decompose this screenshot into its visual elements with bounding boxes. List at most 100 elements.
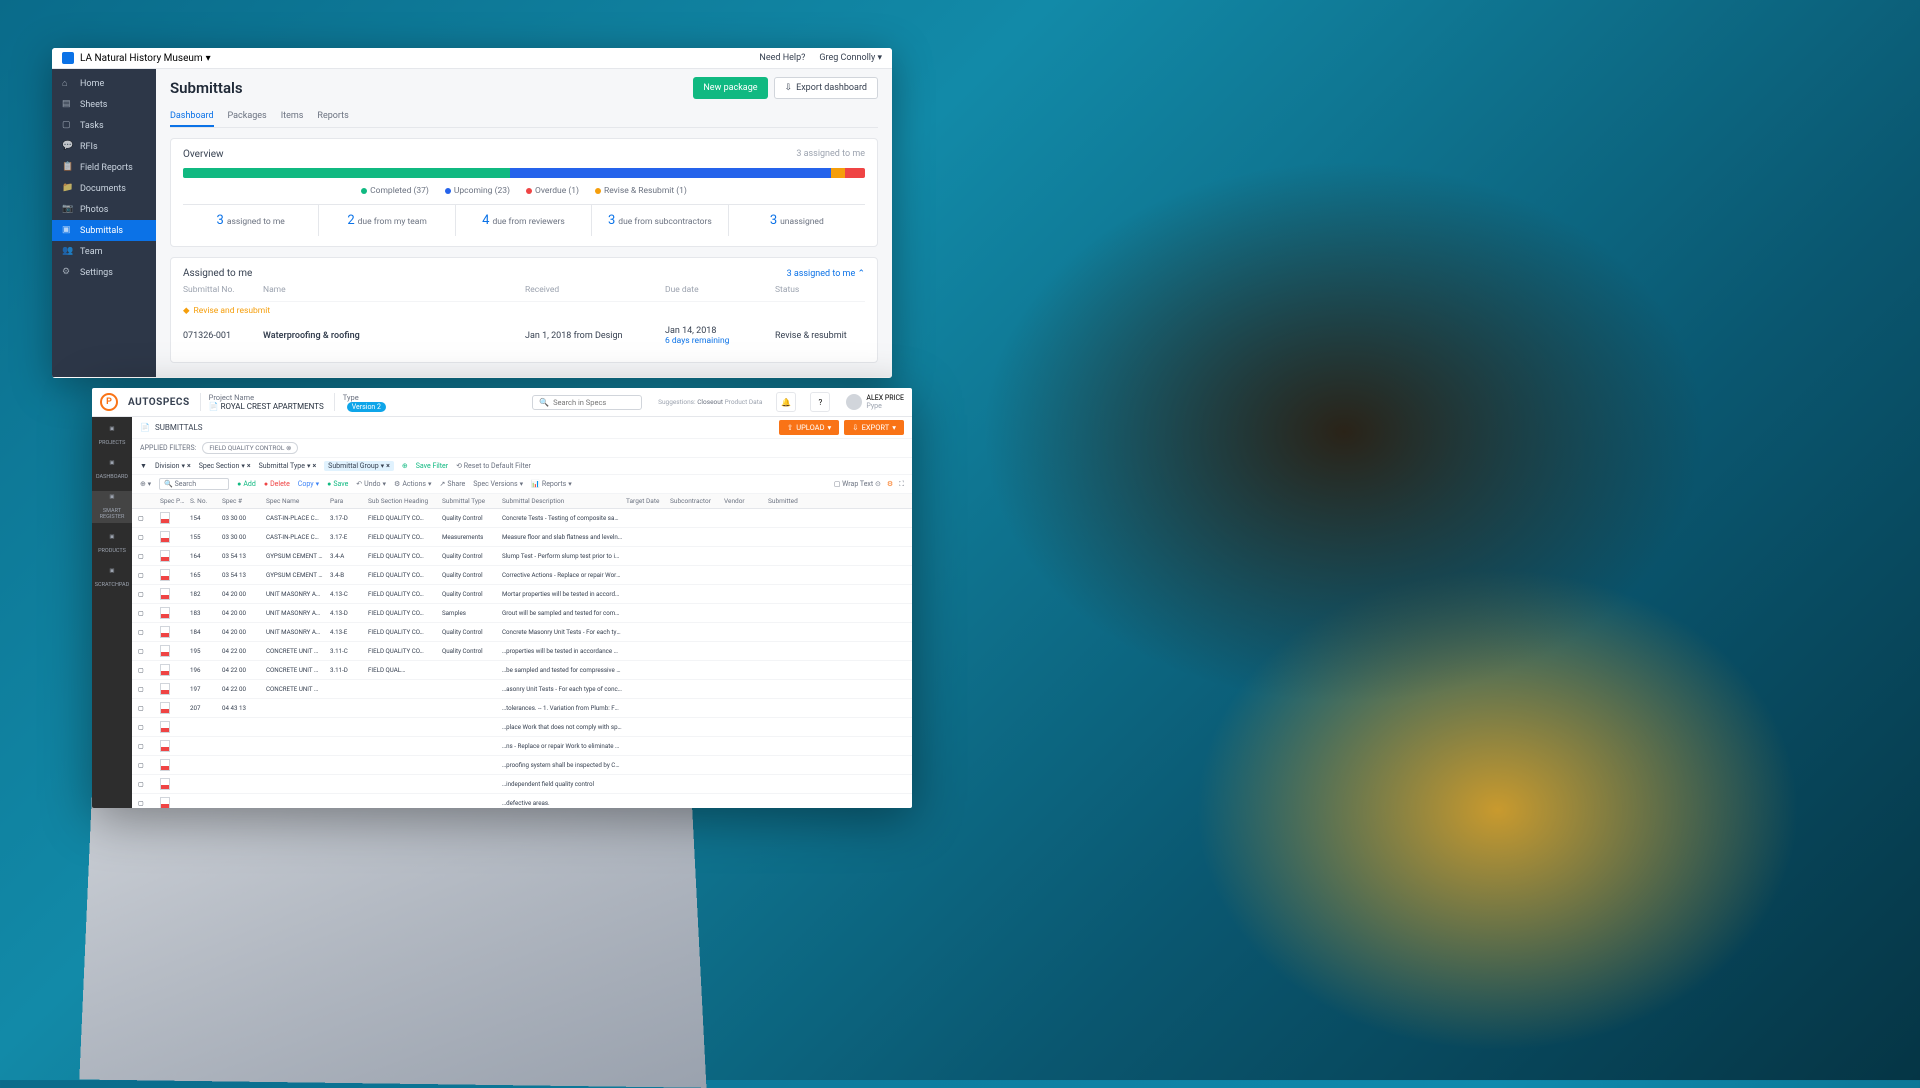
export-button[interactable]: ⇩EXPORT ▾: [844, 420, 904, 435]
pdf-icon[interactable]: [160, 626, 186, 638]
col-header[interactable]: Submittal Type: [442, 497, 498, 505]
pdf-icon[interactable]: [160, 759, 186, 771]
checkbox[interactable]: ▢: [138, 780, 156, 788]
tab-packages[interactable]: Packages: [228, 107, 267, 127]
table-row[interactable]: ▢16503 54 13GYPSUM CEMENT …3.4-BFIELD QU…: [132, 566, 912, 585]
checkbox[interactable]: ▢: [138, 742, 156, 750]
sidebar-item-dashboard[interactable]: ▣DASHBOARD: [92, 457, 132, 483]
checkbox[interactable]: ▢: [138, 647, 156, 655]
pdf-icon[interactable]: [160, 664, 186, 676]
copy-button[interactable]: Copy ▾: [298, 480, 319, 488]
pdf-icon[interactable]: [160, 721, 186, 733]
add-filter-icon[interactable]: ⊕: [402, 462, 408, 470]
checkbox[interactable]: ▢: [138, 723, 156, 731]
checkbox[interactable]: ▢: [138, 685, 156, 693]
checkbox[interactable]: ▢: [138, 761, 156, 769]
user-menu[interactable]: Greg Connolly ▾: [819, 53, 882, 63]
table-row[interactable]: ▢16403 54 13GYPSUM CEMENT …3.4-AFIELD QU…: [132, 547, 912, 566]
save-button[interactable]: ● Save: [327, 480, 348, 488]
sidebar-item-documents[interactable]: 📁Documents: [52, 178, 156, 199]
col-header[interactable]: S. No.: [190, 497, 218, 505]
pdf-icon[interactable]: [160, 778, 186, 790]
col-header[interactable]: Vendor: [724, 497, 764, 505]
pdf-icon[interactable]: [160, 740, 186, 752]
col-header[interactable]: Para: [330, 497, 364, 505]
sidebar-item-home[interactable]: ⌂Home: [52, 73, 156, 94]
expand-icon[interactable]: ⊕ ▾: [140, 480, 151, 488]
checkbox[interactable]: ▢: [138, 799, 156, 807]
sidebar-item-sheets[interactable]: ▤Sheets: [52, 94, 156, 115]
atm-collapse[interactable]: 3 assigned to me ⌃: [787, 269, 865, 279]
sidebar-item-products[interactable]: ▣PRODUCTS: [92, 531, 132, 557]
save-filter-link[interactable]: Save Filter: [416, 462, 448, 470]
col-header[interactable]: Submittal No.: [183, 285, 263, 295]
table-row[interactable]: ▢…defective areas.: [132, 794, 912, 808]
table-row[interactable]: ▢…ns - Replace or repair Work to elimina…: [132, 737, 912, 756]
col-header[interactable]: Spec #: [222, 497, 262, 505]
division-filter[interactable]: Division ▾ ×: [155, 462, 191, 470]
pdf-icon[interactable]: [160, 588, 186, 600]
col-header[interactable]: Target Date: [626, 497, 666, 505]
reset-filter-link[interactable]: ⟲ Reset to Default Filter: [456, 462, 531, 470]
sidebar-item-tasks[interactable]: ▢Tasks: [52, 115, 156, 136]
notification-icon[interactable]: 🔔: [776, 392, 796, 412]
checkbox[interactable]: ▢: [138, 514, 156, 522]
pdf-icon[interactable]: [160, 569, 186, 581]
stat-item[interactable]: 3due from subcontractors: [592, 205, 728, 236]
filter-icon[interactable]: ▼: [140, 462, 147, 470]
actions-menu[interactable]: ⚙ Actions ▾: [394, 480, 432, 488]
col-header[interactable]: Submitted: [768, 497, 808, 505]
pdf-icon[interactable]: [160, 702, 186, 714]
pdf-icon[interactable]: [160, 512, 186, 524]
share-button[interactable]: ↗ Share: [440, 480, 466, 488]
checkbox[interactable]: ▢: [138, 552, 156, 560]
checkbox[interactable]: ▢: [138, 590, 156, 598]
sidebar-item-scratchpad[interactable]: ▣SCRATCHPAD: [92, 565, 132, 591]
sidebar-item-settings[interactable]: ⚙Settings: [52, 262, 156, 283]
spec-versions-menu[interactable]: Spec Versions ▾: [473, 480, 523, 488]
project-selector[interactable]: LA Natural History Museum: [80, 53, 203, 64]
new-package-button[interactable]: New package: [693, 77, 767, 99]
table-row[interactable]: ▢…proofing system shall be inspected by …: [132, 756, 912, 775]
table-row[interactable]: ▢…independent field quality control: [132, 775, 912, 794]
table-row[interactable]: ▢…place Work that does not comply with s…: [132, 718, 912, 737]
submittal-group-filter[interactable]: Submittal Group ▾ ×: [324, 461, 394, 471]
submittal-type-filter[interactable]: Submittal Type ▾ ×: [259, 462, 317, 470]
user-avatar-menu[interactable]: ALEX PRICEPype: [846, 394, 904, 410]
project-info[interactable]: Project Name 📄 ROYAL CREST APARTMENTS: [200, 393, 324, 411]
table-row[interactable]: ▢15503 30 00CAST-IN-PLACE C…3.17-EFIELD …: [132, 528, 912, 547]
col-header[interactable]: [138, 497, 156, 505]
grid-search[interactable]: 🔍 Search: [159, 478, 229, 490]
undo-button[interactable]: ↶ Undo ▾: [356, 480, 386, 488]
sidebar-item-smart-register[interactable]: ▣SMART REGISTER: [92, 491, 132, 523]
pdf-icon[interactable]: [160, 531, 186, 543]
table-row[interactable]: ▢19604 22 00CONCRETE UNIT …3.11-DFIELD Q…: [132, 661, 912, 680]
pdf-icon[interactable]: [160, 797, 186, 808]
reports-menu[interactable]: 📊 Reports ▾: [531, 480, 572, 488]
table-row[interactable]: ▢19504 22 00CONCRETE UNIT …3.11-CFIELD Q…: [132, 642, 912, 661]
stat-item[interactable]: 4due from reviewers: [456, 205, 592, 236]
stat-item[interactable]: 3assigned to me: [183, 205, 319, 236]
tab-items[interactable]: Items: [281, 107, 304, 127]
spec-section-filter[interactable]: Spec Section ▾ ×: [199, 462, 251, 470]
revise-resubmit-group[interactable]: ◆Revise and resubmit: [183, 302, 865, 320]
checkbox[interactable]: ▢: [138, 609, 156, 617]
upload-button[interactable]: ⇧UPLOAD ▾: [779, 420, 839, 435]
sidebar-item-rfis[interactable]: 💬RFIs: [52, 136, 156, 157]
col-header[interactable]: Name: [263, 285, 525, 295]
table-row[interactable]: 071326-001 Waterproofing & roofing Jan 1…: [183, 320, 865, 352]
stat-item[interactable]: 3unassigned: [729, 205, 865, 236]
pdf-icon[interactable]: [160, 607, 186, 619]
checkbox[interactable]: ▢: [138, 704, 156, 712]
col-header[interactable]: Subcontractor: [670, 497, 720, 505]
sidebar-item-photos[interactable]: 📷Photos: [52, 199, 156, 220]
checkbox[interactable]: ▢: [138, 666, 156, 674]
wrap-text-toggle[interactable]: ▢ Wrap Text ⊙: [834, 480, 881, 488]
sidebar-item-team[interactable]: 👥Team: [52, 241, 156, 262]
filter-chip[interactable]: FIELD QUALITY CONTROL ⊗: [202, 442, 298, 454]
col-header[interactable]: Sub Section Heading: [368, 497, 438, 505]
table-row[interactable]: ▢15403 30 00CAST-IN-PLACE C…3.17-DFIELD …: [132, 509, 912, 528]
col-header[interactable]: Due date: [665, 285, 775, 295]
search-box[interactable]: 🔍: [532, 395, 642, 410]
sidebar-item-field-reports[interactable]: 📋Field Reports: [52, 157, 156, 178]
